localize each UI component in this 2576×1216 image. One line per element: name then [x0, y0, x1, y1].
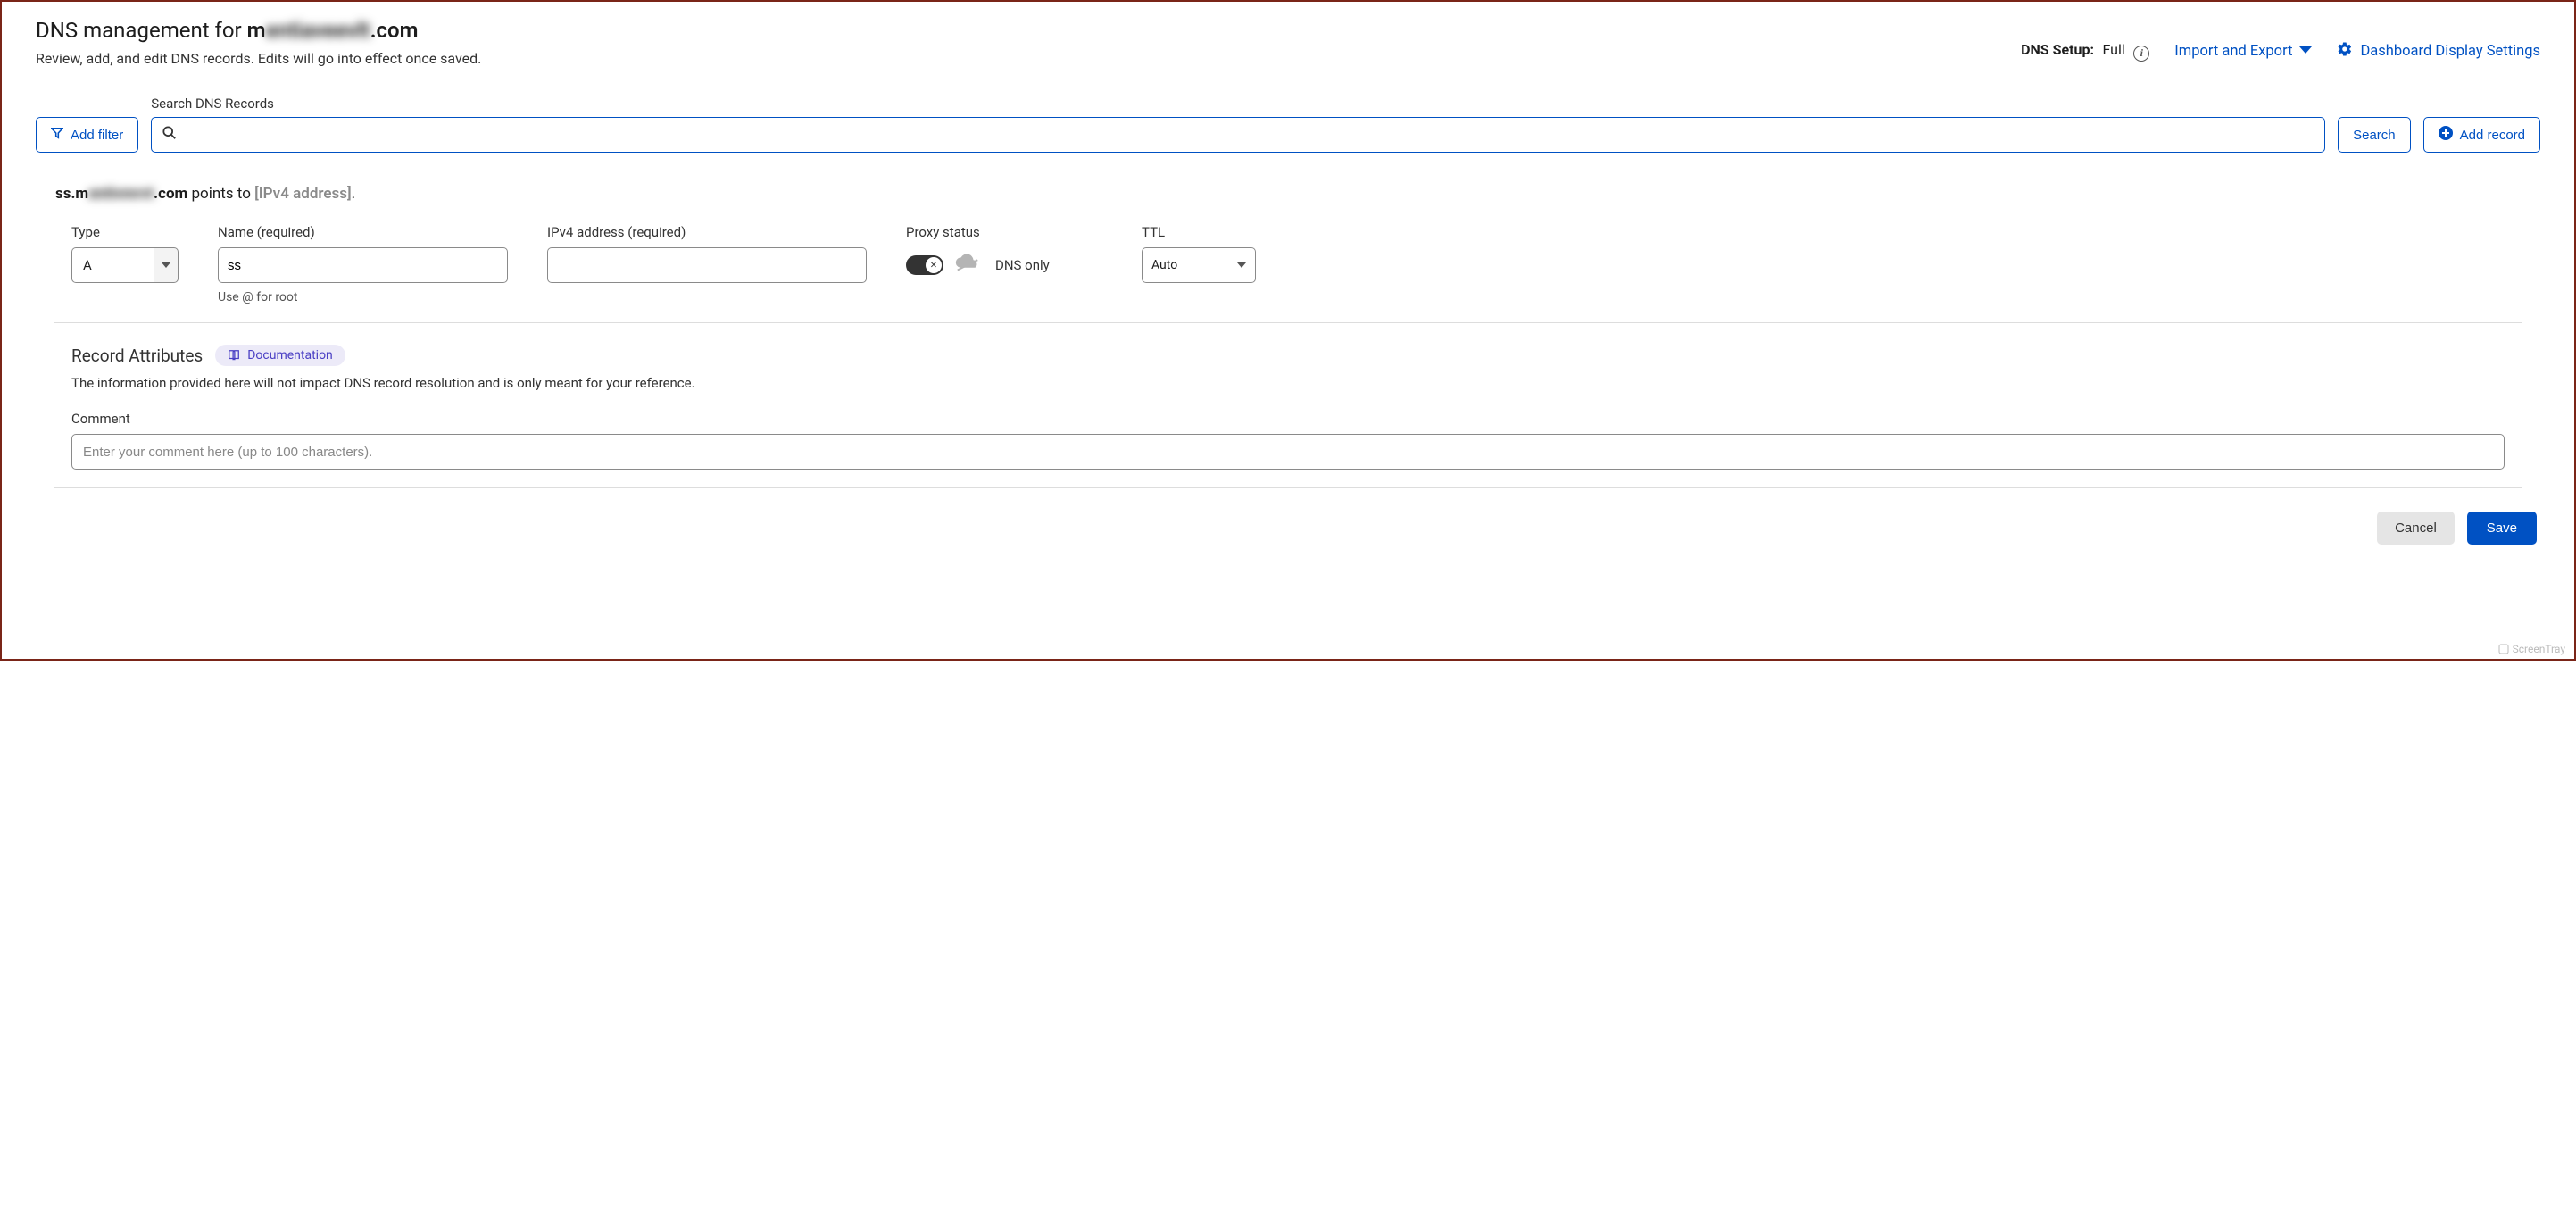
- ttl-select[interactable]: Auto: [1142, 247, 1256, 283]
- search-icon: [162, 126, 177, 144]
- proxy-column: Proxy status ✕ DNS only: [906, 224, 1102, 283]
- footer-actions: Cancel Save: [36, 512, 2540, 545]
- documentation-label: Documentation: [247, 348, 333, 362]
- search-group: Search DNS Records: [151, 96, 2325, 153]
- name-hint: Use @ for root: [218, 290, 508, 304]
- ipv4-column: IPv4 address (required): [547, 224, 867, 283]
- type-column: Type A: [71, 224, 179, 283]
- ttl-label: TTL: [1142, 224, 1256, 240]
- add-filter-button[interactable]: Add filter: [36, 117, 138, 153]
- attributes-description: The information provided here will not i…: [71, 375, 2540, 391]
- plus-circle-icon: [2439, 126, 2453, 144]
- name-column: Name (required) Use @ for root: [218, 224, 508, 304]
- page-title: DNS management for mentiaveevlt.com: [36, 18, 481, 43]
- name-label: Name (required): [218, 224, 508, 240]
- search-input[interactable]: [177, 128, 2314, 143]
- import-export-link[interactable]: Import and Export: [2174, 43, 2312, 60]
- ipv4-input[interactable]: [547, 247, 867, 283]
- proxy-row: ✕ DNS only: [906, 247, 1102, 283]
- type-value: A: [71, 247, 154, 283]
- book-icon: [228, 349, 240, 362]
- search-button[interactable]: Search: [2338, 117, 2411, 153]
- domain-name: mentiaveevlt.com: [247, 18, 419, 43]
- add-filter-label: Add filter: [71, 128, 123, 143]
- dns-management-panel: DNS management for mentiaveevlt.com Revi…: [0, 0, 2576, 661]
- header-left: DNS management for mentiaveevlt.com Revi…: [36, 18, 481, 69]
- attributes-header: Record Attributes Documentation: [71, 345, 2540, 366]
- caret-down-icon: [2299, 43, 2312, 60]
- proxy-label: Proxy status: [906, 224, 1102, 240]
- watermark: ScreenTray: [2498, 643, 2565, 655]
- save-button[interactable]: Save: [2467, 512, 2537, 545]
- type-label: Type: [71, 224, 179, 240]
- divider: [54, 322, 2522, 323]
- add-record-button[interactable]: Add record: [2423, 117, 2540, 153]
- toggle-knob: ✕: [926, 257, 942, 273]
- import-export-label: Import and Export: [2174, 43, 2292, 60]
- cloud-off-icon: [954, 254, 981, 276]
- record-hostname: ss.mentivmrvt.com: [55, 185, 187, 203]
- chevron-down-icon: [1237, 262, 1246, 269]
- dashboard-settings-link[interactable]: Dashboard Display Settings: [2337, 41, 2540, 62]
- ttl-column: TTL Auto: [1142, 224, 1256, 283]
- header-right: DNS Setup: Full i Import and Export Dash…: [2021, 18, 2540, 62]
- comment-input[interactable]: [71, 434, 2505, 470]
- type-select[interactable]: A: [71, 247, 179, 283]
- comment-label: Comment: [71, 411, 2540, 427]
- dns-setup-value: Full: [2102, 41, 2124, 58]
- attributes-title: Record Attributes: [71, 346, 203, 366]
- gear-icon: [2337, 41, 2353, 62]
- search-button-label: Search: [2353, 128, 2396, 143]
- ipv4-label: IPv4 address (required): [547, 224, 867, 240]
- watermark-icon: [2498, 644, 2509, 654]
- search-input-wrap[interactable]: [151, 117, 2325, 153]
- info-icon[interactable]: i: [2133, 46, 2149, 62]
- dns-setup-label: DNS Setup:: [2021, 41, 2094, 58]
- points-to-text: points to: [187, 185, 254, 203]
- title-prefix: DNS management for: [36, 18, 247, 43]
- add-record-label: Add record: [2460, 128, 2525, 143]
- divider-2: [54, 487, 2522, 488]
- watermark-text: ScreenTray: [2513, 643, 2565, 655]
- documentation-link[interactable]: Documentation: [215, 345, 345, 366]
- search-section: Add filter Search DNS Records Search Add…: [36, 96, 2540, 153]
- record-summary: ss.mentivmrvt.com points to [IPv4 addres…: [55, 185, 2540, 203]
- proxy-toggle[interactable]: ✕: [906, 255, 943, 275]
- dashboard-settings-label: Dashboard Display Settings: [2360, 43, 2540, 60]
- proxy-status-text: DNS only: [995, 257, 1050, 273]
- search-label: Search DNS Records: [151, 96, 2325, 112]
- type-dropdown-button[interactable]: [154, 247, 179, 283]
- page-subtitle: Review, add, and edit DNS records. Edits…: [36, 48, 481, 69]
- name-input[interactable]: [218, 247, 508, 283]
- header-row: DNS management for mentiaveevlt.com Revi…: [36, 18, 2540, 69]
- cancel-button[interactable]: Cancel: [2377, 512, 2455, 545]
- record-form-row: Type A Name (required) Use @ for root IP…: [71, 224, 2540, 304]
- ttl-value: Auto: [1151, 258, 1177, 272]
- attributes-section: Record Attributes Documentation The info…: [71, 345, 2540, 470]
- dns-setup-display: DNS Setup: Full i: [2021, 41, 2149, 62]
- filter-icon: [51, 127, 63, 143]
- ipv4-placeholder: [IPv4 address]: [254, 185, 352, 203]
